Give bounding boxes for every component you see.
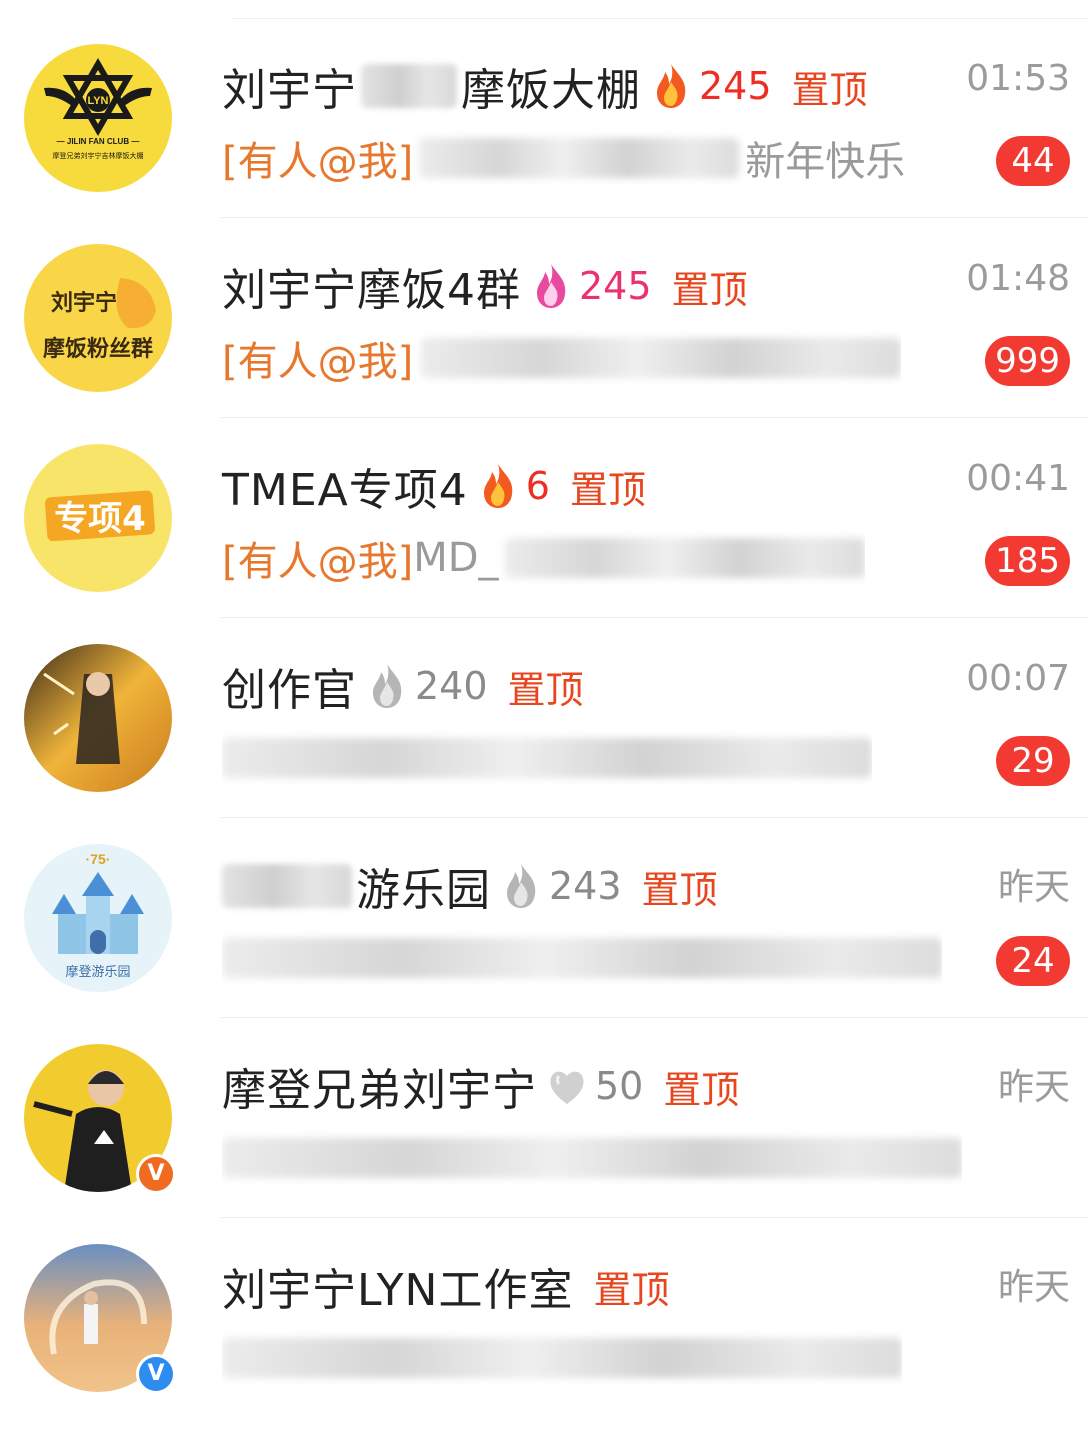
verified-badge-icon: V <box>136 1154 176 1194</box>
obscured-text <box>222 864 352 908</box>
group-avatar: ·75· 摩登游乐园 <box>24 844 172 992</box>
pinned-label: 置顶 <box>593 1267 670 1312</box>
timestamp: 01:53 <box>966 58 1070 99</box>
fire-count: 243 <box>549 864 622 908</box>
timestamp: 昨天 <box>997 1067 1070 1108</box>
group-name: TMEA专项4 <box>222 465 468 516</box>
avatar-caption: 摩登游乐园 <box>65 964 130 980</box>
unread-badge: 44 <box>996 136 1070 186</box>
account-name: 摩登兄弟刘宇宁 <box>222 1065 537 1116</box>
group-avatar <box>24 644 172 792</box>
fire-count: 245 <box>699 64 772 108</box>
title-line: TMEA专项4 6 置顶 <box>222 458 646 516</box>
pinned-label: 置顶 <box>663 1067 740 1112</box>
avatar-text-line1: 刘宇宁 <box>51 290 117 316</box>
fire-count: 50 <box>595 1064 644 1108</box>
obscured-text <box>222 1138 962 1178</box>
pinned-label: 置顶 <box>791 67 868 112</box>
title-line: 创作官 240 置顶 <box>222 658 584 716</box>
conversation-row[interactable]: 专项4 TMEA专项4 6 置顶 [有人@我] MD_ 00:41 185 <box>0 418 1088 618</box>
heart-icon <box>547 1062 587 1110</box>
conversation-row[interactable]: LYN — JILIN FAN CLUB — 摩登兄弟刘宇宁吉林摩饭大棚 刘宇宁… <box>0 18 1088 218</box>
avatar-text: 专项4 <box>54 499 146 539</box>
timestamp: 00:07 <box>966 658 1070 699</box>
conversation-row[interactable]: V 摩登兄弟刘宇宁 50 置顶 昨天 <box>0 1018 1088 1218</box>
conversation-list: LYN — JILIN FAN CLUB — 摩登兄弟刘宇宁吉林摩饭大棚 刘宇宁… <box>0 18 1088 1418</box>
group-name: 刘宇宁 <box>222 65 357 116</box>
fire-icon <box>367 662 407 710</box>
obscured-text <box>421 338 902 378</box>
timestamp: 昨天 <box>997 867 1070 908</box>
pinned-label: 置顶 <box>569 467 646 512</box>
conversation-row[interactable]: 刘宇宁 摩饭粉丝群 刘宇宁摩饭4群 245 置顶 [有人@我] 01:48 99… <box>0 218 1088 418</box>
conversation-row[interactable]: ·75· 摩登游乐园 游乐园 243 置顶 昨天 24 <box>0 818 1088 1018</box>
avatar-text-line2: 摩饭粉丝群 <box>43 336 153 362</box>
avatar-logo-text: LYN <box>88 95 109 107</box>
group-name: 刘宇宁摩饭4群 <box>222 265 521 316</box>
fire-icon <box>531 262 571 310</box>
timestamp: 01:48 <box>966 258 1070 299</box>
obscured-text <box>361 64 457 108</box>
group-name: 创作官 <box>222 665 357 716</box>
obscured-text <box>222 938 942 978</box>
message-preview <box>222 930 942 986</box>
pinned-label: 置顶 <box>671 267 748 312</box>
message-preview: [有人@我] 新年快乐 <box>222 130 905 186</box>
obscured-text <box>504 538 865 578</box>
timestamp: 00:41 <box>966 458 1070 499</box>
group-avatar: 专项4 <box>24 444 172 592</box>
group-name-suffix: 游乐园 <box>356 865 491 916</box>
verified-badge-icon: V <box>136 1354 176 1394</box>
preview-text: 新年快乐 <box>745 139 906 185</box>
fire-icon <box>501 862 541 910</box>
pinned-label: 置顶 <box>507 667 584 712</box>
message-preview <box>222 730 872 786</box>
unread-badge: 999 <box>985 336 1070 386</box>
timestamp: 昨天 <box>997 1267 1070 1308</box>
fire-count: 245 <box>579 264 652 308</box>
message-preview <box>222 1130 962 1186</box>
message-preview: [有人@我] <box>222 330 902 386</box>
conversation-row[interactable]: 创作官 240 置顶 00:07 29 <box>0 618 1088 818</box>
fire-count: 6 <box>525 464 550 508</box>
account-name: 刘宇宁LYN工作室 <box>222 1265 574 1316</box>
group-avatar: 刘宇宁 摩饭粉丝群 <box>24 244 172 392</box>
mention-tag: [有人@我] <box>222 339 414 385</box>
title-line: 刘宇宁 摩饭大棚 245 置顶 <box>222 58 868 116</box>
obscured-text <box>222 1338 902 1378</box>
preview-text: MD_ <box>413 535 499 581</box>
mention-tag: [有人@我] <box>222 539 414 585</box>
obscured-text <box>222 738 872 778</box>
avatar-top-text: ·75· <box>86 851 111 867</box>
conversation-row[interactable]: V 刘宇宁LYN工作室 置顶 昨天 <box>0 1218 1088 1418</box>
unread-badge: 29 <box>996 736 1070 786</box>
obscured-text <box>419 138 740 178</box>
unread-badge: 24 <box>996 936 1070 986</box>
group-avatar: LYN — JILIN FAN CLUB — 摩登兄弟刘宇宁吉林摩饭大棚 <box>24 44 172 192</box>
avatar-caption-text: 摩登兄弟刘宇宁吉林摩饭大棚 <box>53 151 144 160</box>
pinned-label: 置顶 <box>641 867 718 912</box>
fire-icon <box>478 462 518 510</box>
mention-tag: [有人@我] <box>222 139 414 185</box>
message-preview: [有人@我] MD_ <box>222 530 865 586</box>
avatar-club-text: — JILIN FAN CLUB — <box>57 137 140 146</box>
title-line: 摩登兄弟刘宇宁 50 置顶 <box>222 1058 740 1116</box>
group-name-suffix: 摩饭大棚 <box>461 65 641 116</box>
unread-badge: 185 <box>985 536 1070 586</box>
title-line: 刘宇宁摩饭4群 245 置顶 <box>222 258 748 316</box>
message-preview <box>222 1330 902 1386</box>
fire-count: 240 <box>415 664 488 708</box>
title-line: 刘宇宁LYN工作室 置顶 <box>222 1258 670 1316</box>
title-line: 游乐园 243 置顶 <box>222 858 718 916</box>
fire-icon <box>651 62 691 110</box>
